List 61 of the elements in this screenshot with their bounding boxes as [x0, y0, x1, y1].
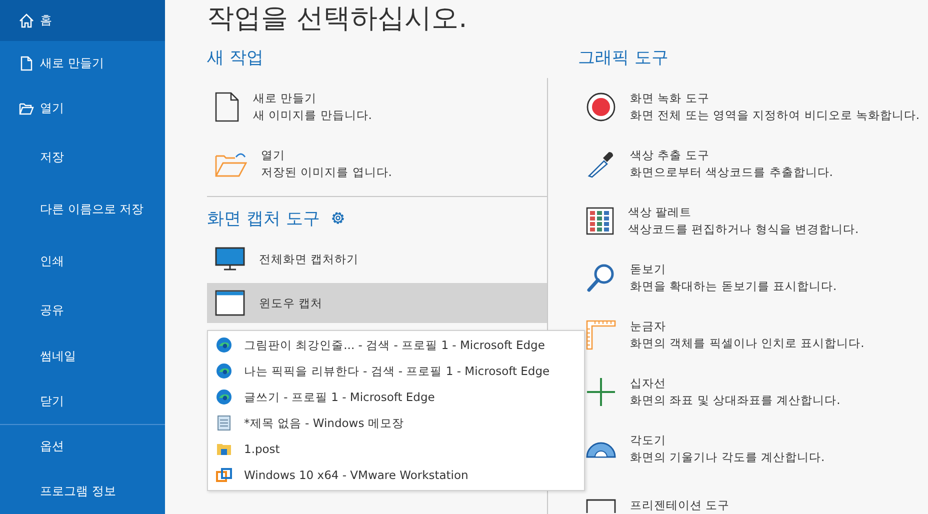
tool-title[interactable]: 십자선: [630, 376, 840, 390]
window-menu-item[interactable]: *제목 없음 - Windows 메모장: [208, 410, 584, 436]
tool-title[interactable]: 프리젠테이션 도구: [630, 498, 730, 513]
browser-icon: [216, 363, 232, 379]
sidebar-item[interactable]: 썸네일: [0, 334, 165, 379]
sidebar-item[interactable]: 새로 만들기: [0, 41, 165, 86]
sidebar-item[interactable]: 인쇄: [0, 235, 165, 288]
home-icon: [19, 13, 34, 28]
monitor-icon: [215, 247, 245, 271]
window-menu-item[interactable]: 1.post: [208, 436, 584, 462]
settings-icon[interactable]: [330, 210, 346, 226]
tool-title[interactable]: 각도기: [630, 432, 825, 448]
tool-description: 화면 전체 또는 영역을 지정하여 비디오로 녹화합니다.: [630, 108, 920, 122]
tool-description: 색상코드를 편집하거나 형식을 변경합니다.: [628, 222, 859, 236]
record-icon: [586, 92, 616, 122]
tool-description: 저장된 이미지를 엽니다.: [261, 164, 392, 180]
sidebar-item[interactable]: 저장: [0, 131, 165, 184]
crosshair-icon: [586, 376, 616, 406]
sidebar-item[interactable]: 열기: [0, 86, 165, 132]
tool-description: 화면으로부터 색상코드를 추출합니다.: [630, 164, 833, 180]
tool-title[interactable]: 화면 녹화 도구: [630, 90, 920, 106]
tool-title[interactable]: 새로 만들기: [253, 90, 372, 106]
folder-icon: [19, 101, 34, 116]
sidebar-item[interactable]: 옵션: [0, 424, 165, 469]
folder-icon: [216, 441, 232, 457]
frame-icon: [586, 498, 616, 512]
window-menu-item[interactable]: Windows 10 x64 - VMware Workstation: [208, 462, 584, 488]
section-heading: 화면 캡처 도구: [207, 208, 320, 230]
folder-icon: [215, 150, 247, 176]
tool-description: 화면의 기울기나 각도를 계산합니다.: [630, 450, 825, 464]
tool-description: 화면의 좌표 및 상대좌표를 계산합니다.: [630, 392, 840, 408]
sidebar-item[interactable]: 공유: [0, 288, 165, 334]
magnifier-icon: [586, 262, 616, 292]
notepad-icon: [216, 415, 232, 431]
tool-description: 새 이미지를 만듭니다.: [253, 108, 372, 122]
page-title: 작업을 선택하십시오.: [207, 2, 468, 36]
tool-title[interactable]: 돋보기: [630, 262, 837, 276]
tool-title[interactable]: 색상 팔레트: [628, 204, 859, 220]
browser-icon: [216, 337, 232, 353]
sidebar-item[interactable]: 닫기: [0, 378, 165, 424]
tool-title[interactable]: 색상 추출 도구: [630, 148, 833, 162]
document-icon: [215, 92, 239, 122]
document-icon: [19, 56, 34, 72]
tool-description: 화면을 확대하는 돋보기를 표시합니다.: [630, 278, 837, 294]
capture-option[interactable]: 윈도우 캡처: [207, 283, 547, 323]
window-menu-item[interactable]: 글쓰기 - 프로필 1 - Microsoft Edge: [208, 384, 584, 410]
browser-icon: [216, 389, 232, 405]
tool-title[interactable]: 열기: [261, 148, 392, 162]
section-heading: 그래픽 도구: [578, 46, 670, 70]
section-heading: 새 작업: [207, 46, 264, 70]
window-menu-item[interactable]: 그림판이 최강인줄... - 검색 - 프로필 1 - Microsoft Edge: [208, 332, 584, 358]
sidebar-item[interactable]: 홈: [0, 0, 165, 42]
window-menu-item[interactable]: 나는 픽픽을 리뷰한다 - 검색 - 프로필 1 - Microsoft Edge: [208, 358, 584, 384]
overlapping-squares-icon: [216, 467, 232, 483]
palette-grid-icon: [586, 206, 614, 234]
window-icon: [215, 290, 245, 316]
sidebar-item[interactable]: 프로그램 정보: [0, 468, 165, 514]
tool-description: 화면의 객체를 픽셀이나 인치로 표시합니다.: [630, 336, 864, 350]
tool-title[interactable]: 눈금자: [630, 318, 864, 334]
capture-option[interactable]: 전체화면 캡처하기: [207, 239, 547, 279]
sidebar-item[interactable]: 다른 이름으로 저장: [0, 183, 165, 236]
